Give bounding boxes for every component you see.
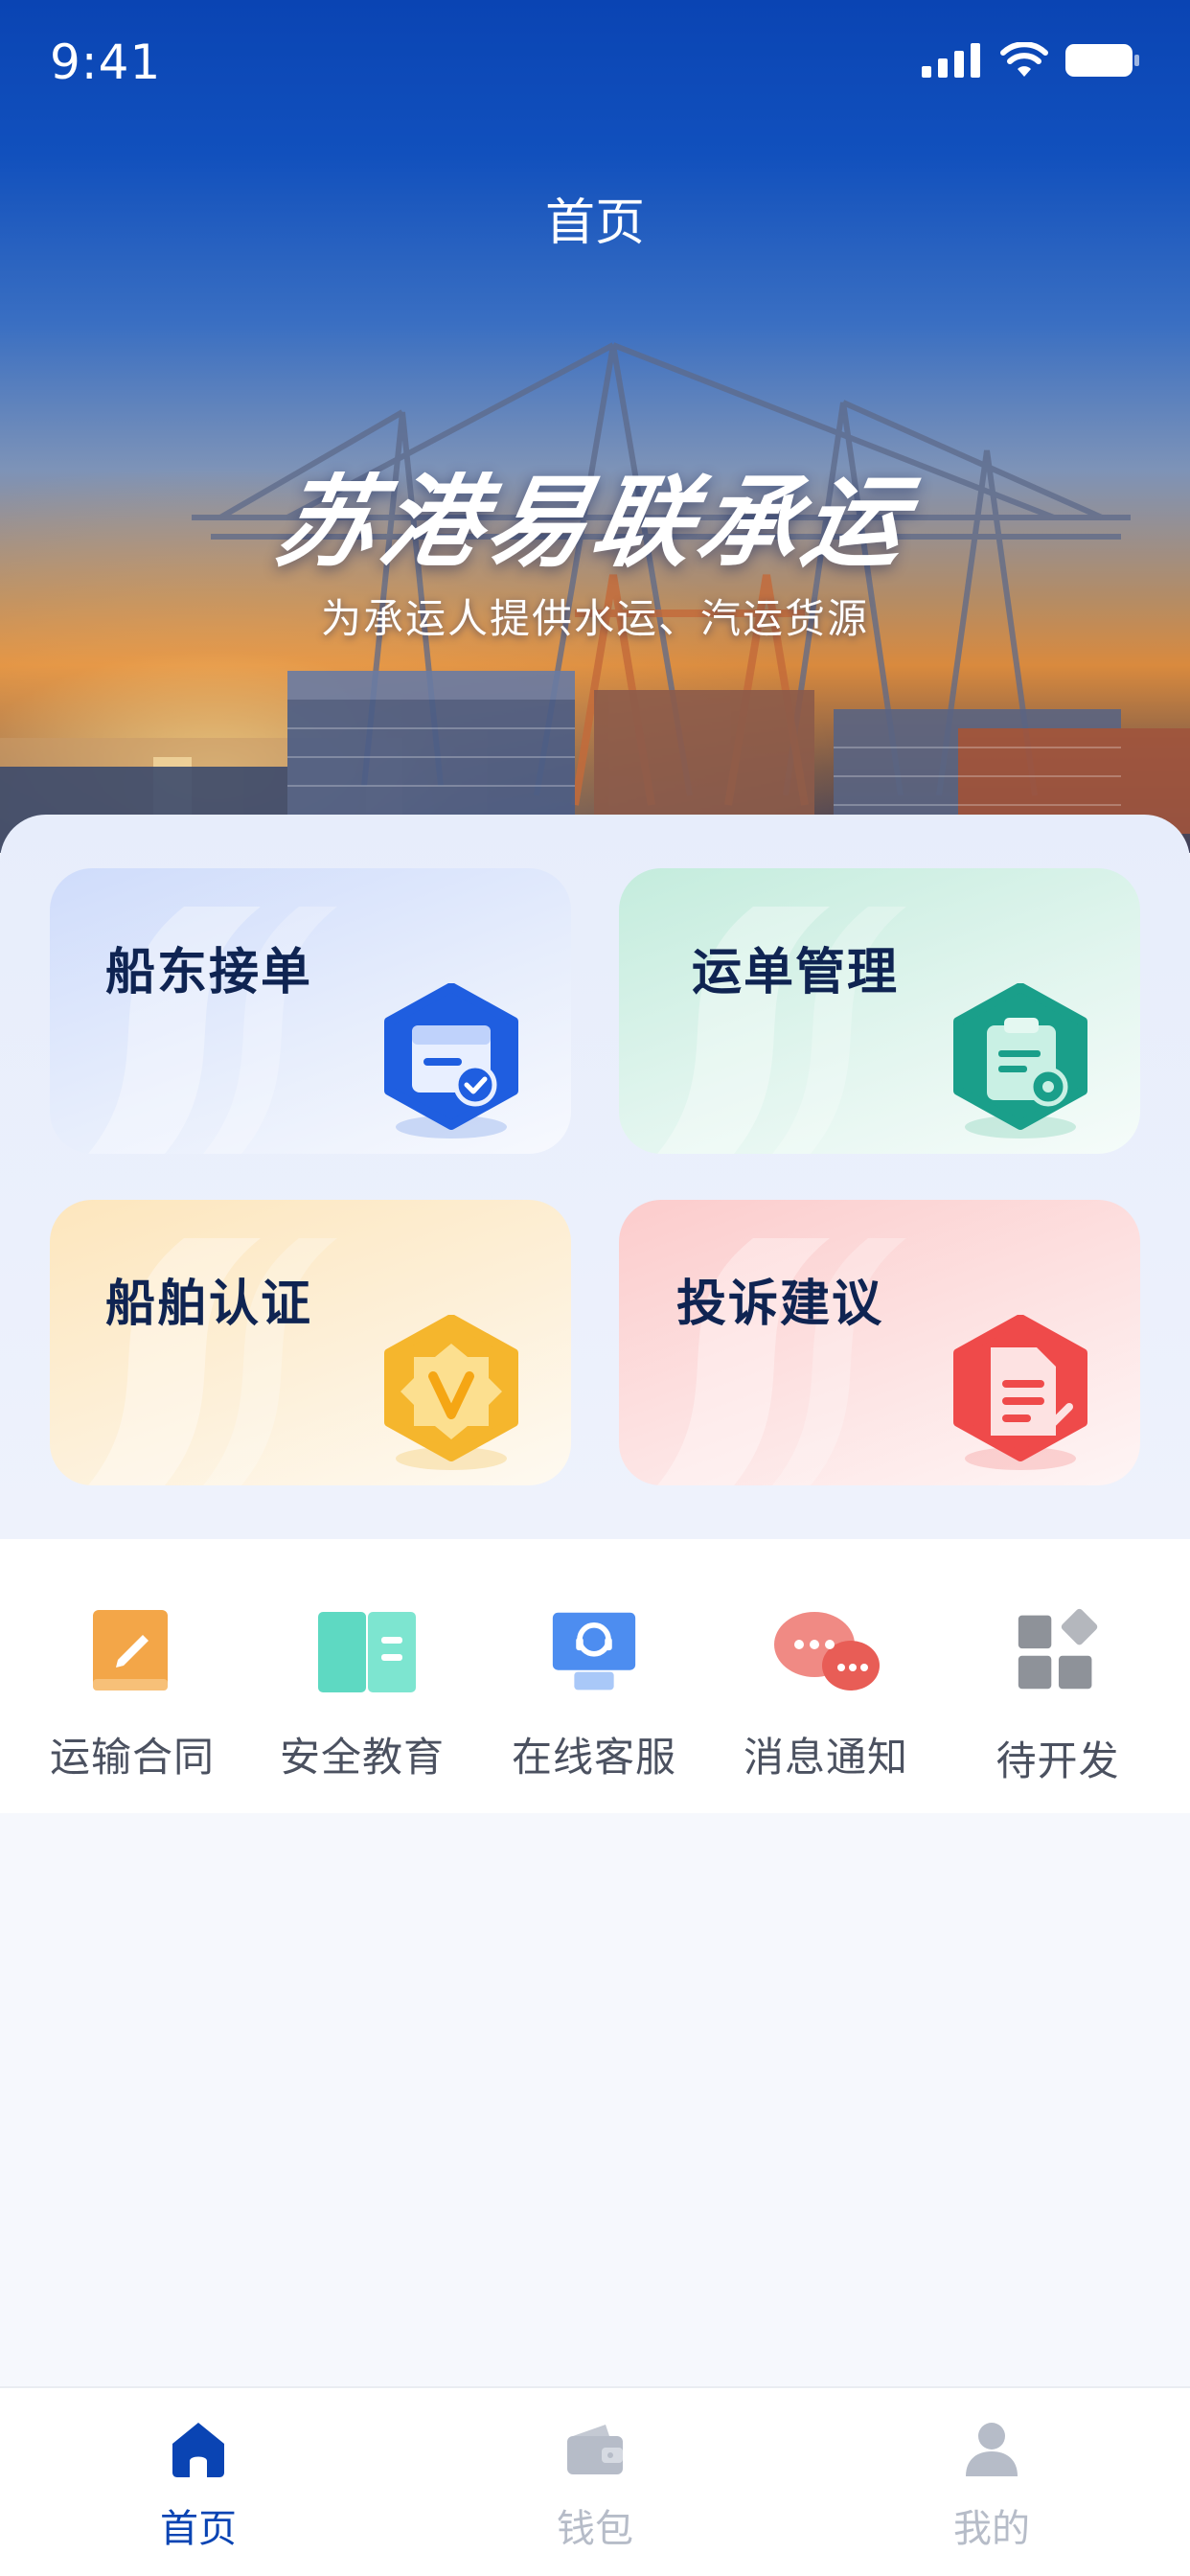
calendar-check-icon — [384, 983, 518, 1138]
user-icon — [966, 2423, 1018, 2476]
tool-label: 在线客服 — [511, 1734, 676, 1781]
tool-message-notifications[interactable]: 消息通知 — [711, 1539, 941, 1813]
page-title: 首页 — [544, 195, 645, 252]
port-cranes-illustration — [0, 342, 1190, 853]
card-title: 运单管理 — [692, 944, 900, 1001]
contract-pencil-icon — [93, 1610, 168, 1690]
feature-card-panel: 船东接单 运单管理 船舶认证 投诉建议 — [0, 815, 1190, 1543]
tab-label: 首页 — [160, 2507, 237, 2551]
signal-icon — [922, 43, 980, 78]
brand-title: 苏港易联承运 — [266, 464, 921, 581]
brand-subtitle: 为承运人提供水运、汽运货源 — [320, 595, 869, 642]
tool-safety-education[interactable]: 安全教育 — [247, 1539, 477, 1813]
tool-under-development[interactable]: 待开发 — [943, 1539, 1173, 1813]
tool-online-customer-service[interactable]: 在线客服 — [479, 1539, 709, 1813]
card-title: 船舶认证 — [105, 1276, 313, 1333]
tab-profile[interactable]: 我的 — [793, 2388, 1190, 2576]
card-title: 船东接单 — [105, 944, 313, 1001]
wifi-icon — [1000, 42, 1048, 77]
home-icon — [172, 2423, 224, 2477]
tab-wallet[interactable]: 钱包 — [397, 2388, 793, 2576]
card-ship-certification[interactable]: 船舶认证 — [50, 1200, 571, 1485]
tool-label: 安全教育 — [279, 1734, 445, 1781]
tool-label: 运输合同 — [49, 1734, 215, 1781]
apps-grid-icon — [1018, 1608, 1098, 1690]
card-title: 投诉建议 — [676, 1276, 884, 1333]
tool-label: 待开发 — [995, 1737, 1120, 1784]
tool-label: 消息通知 — [743, 1734, 908, 1781]
wallet-icon — [567, 2425, 623, 2474]
tab-label: 钱包 — [557, 2507, 633, 2551]
hero-banner: 9:41 首页 苏港易联承运 为承运人提供水运、汽运货源 — [0, 0, 1190, 853]
status-icons — [922, 42, 1140, 79]
card-waybill-management[interactable]: 运单管理 — [619, 868, 1140, 1154]
document-edit-icon — [953, 1315, 1087, 1470]
tab-home[interactable]: 首页 — [0, 2388, 397, 2576]
card-shipowner-orders[interactable]: 船东接单 — [50, 868, 571, 1154]
chat-bubbles-icon — [774, 1612, 880, 1690]
tool-transport-contract[interactable]: 运输合同 — [17, 1539, 247, 1813]
status-bar: 9:41 — [0, 0, 1190, 125]
quick-tools-row: 运输合同 安全教育 在线客服 消息通知 待开发 — [0, 1539, 1190, 1813]
card-complaints-suggestions[interactable]: 投诉建议 — [619, 1200, 1140, 1485]
v-badge-icon — [384, 1315, 518, 1470]
tab-label: 我的 — [953, 2507, 1030, 2551]
bottom-tab-bar: 首页 钱包 我的 — [0, 2386, 1190, 2576]
book-icon — [318, 1612, 416, 1692]
battery-icon — [1065, 44, 1139, 77]
clipboard-icon — [953, 983, 1087, 1138]
customer-service-icon — [552, 1612, 636, 1690]
status-time: 9:41 — [50, 34, 162, 90]
